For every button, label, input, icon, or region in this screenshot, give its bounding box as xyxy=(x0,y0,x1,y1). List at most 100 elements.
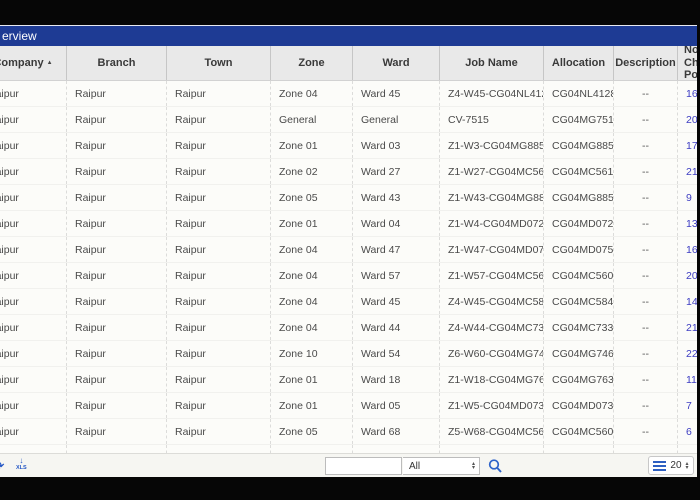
data-table: Company▲BranchTownZoneWardJob NameAlloca… xyxy=(0,46,700,477)
cell-company: Raipur xyxy=(0,211,67,236)
cell-company: Raipur xyxy=(0,237,67,262)
cell-description: -- xyxy=(614,263,678,288)
cell-branch: Raipur xyxy=(67,367,167,392)
hamburger-icon xyxy=(653,461,666,471)
cell-branch: Raipur xyxy=(67,107,167,132)
top-black-band xyxy=(0,0,700,25)
cell-description: -- xyxy=(614,211,678,236)
cell-town: Raipur xyxy=(167,419,271,444)
cell-branch: Raipur xyxy=(67,263,167,288)
table-row: RaipurRaipurRaipurZone 01Ward 18Z1-W18-C… xyxy=(0,367,700,393)
cell-company: Raipur xyxy=(0,367,67,392)
cell-description: -- xyxy=(614,133,678,158)
cell-job_name: Z1-W3-CG04MG8852 xyxy=(440,133,544,158)
cell-job_name: Z1-W47-CG04MD0757 xyxy=(440,237,544,262)
cell-ward: Ward 03 xyxy=(353,133,440,158)
cell-town: Raipur xyxy=(167,289,271,314)
table-row: RaipurRaipurRaipurZone 05Ward 68Z5-W68-C… xyxy=(0,419,700,445)
cell-job_name: Z4-W44-CG04MC7336 xyxy=(440,315,544,340)
export-xls-label: XLS xyxy=(16,465,27,472)
cell-description: -- xyxy=(614,185,678,210)
cell-town: Raipur xyxy=(167,159,271,184)
page-size-control[interactable]: 20 ▴▾ xyxy=(648,456,694,475)
cell-allocation: CG04MC5612 xyxy=(544,159,614,184)
export-xls-button[interactable]: ↓ XLS xyxy=(16,457,27,472)
table-row: RaipurRaipurRaipurZone 10Ward 54Z6-W60-C… xyxy=(0,341,700,367)
cell-description: -- xyxy=(614,107,678,132)
table-body: RaipurRaipurRaipurZone 04Ward 45Z4-W45-C… xyxy=(0,81,700,471)
cell-job_name: Z1-W4-CG04MD0728 xyxy=(440,211,544,236)
cell-company: Raipur xyxy=(0,263,67,288)
cell-zone: General xyxy=(271,107,353,132)
column-header-zone[interactable]: Zone xyxy=(271,46,353,80)
table-row: RaipurRaipurRaipurZone 05Ward 43Z1-W43-C… xyxy=(0,185,700,211)
cell-ward: Ward 45 xyxy=(353,289,440,314)
cell-ward: Ward 43 xyxy=(353,185,440,210)
cell-zone: Zone 04 xyxy=(271,315,353,340)
cell-company: Raipur xyxy=(0,419,67,444)
select-spinner-icon: ▴▾ xyxy=(472,462,475,470)
cell-company: Raipur xyxy=(0,289,67,314)
cell-zone: Zone 01 xyxy=(271,211,353,236)
download-arrow-icon: ↓ xyxy=(19,457,23,465)
cell-ward: Ward 54 xyxy=(353,341,440,366)
search-input[interactable] xyxy=(325,457,402,475)
column-header-description[interactable]: Description xyxy=(614,46,678,80)
cell-zone: Zone 04 xyxy=(271,237,353,262)
cell-job_name: Z4-W45-CG04NL4128 xyxy=(440,81,544,106)
cell-allocation: CG04MG7515 xyxy=(544,107,614,132)
cell-town: Raipur xyxy=(167,315,271,340)
filter-selected-value: All xyxy=(409,461,420,472)
cell-ward: Ward 27 xyxy=(353,159,440,184)
cell-branch: Raipur xyxy=(67,237,167,262)
cell-branch: Raipur xyxy=(67,341,167,366)
cell-job_name: Z6-W60-CG04MG7466 xyxy=(440,341,544,366)
cell-branch: Raipur xyxy=(67,133,167,158)
cell-town: Raipur xyxy=(167,81,271,106)
table-row: RaipurRaipurRaipurZone 04Ward 47Z1-W47-C… xyxy=(0,237,700,263)
cell-ward: Ward 47 xyxy=(353,237,440,262)
refresh-icon[interactable]: ⟳ xyxy=(0,457,5,475)
column-header-branch[interactable]: Branch xyxy=(67,46,167,80)
cell-job_name: CV-7515 xyxy=(440,107,544,132)
cell-branch: Raipur xyxy=(67,393,167,418)
cell-zone: Zone 01 xyxy=(271,393,353,418)
app-window: erview Company▲BranchTownZoneWardJob Nam… xyxy=(0,0,700,500)
cell-description: -- xyxy=(614,237,678,262)
column-header-company[interactable]: Company▲ xyxy=(0,46,67,80)
cell-company: Raipur xyxy=(0,341,67,366)
cell-allocation: CG04MC5843 xyxy=(544,289,614,314)
cell-zone: Zone 10 xyxy=(271,341,353,366)
cell-allocation: CG04MG7466 xyxy=(544,341,614,366)
table-row: RaipurRaipurRaipurGeneralGeneralCV-7515C… xyxy=(0,107,700,133)
table-row: RaipurRaipurRaipurZone 04Ward 45Z4-W45-C… xyxy=(0,289,700,315)
bottom-black-band xyxy=(0,477,700,500)
cell-description: -- xyxy=(614,393,678,418)
table-row: RaipurRaipurRaipurZone 01Ward 05Z1-W5-CG… xyxy=(0,393,700,419)
cell-job_name: Z1-W43-CG04MG8859 xyxy=(440,185,544,210)
table-row: RaipurRaipurRaipurZone 04Ward 57Z1-W57-C… xyxy=(0,263,700,289)
cell-ward: Ward 68 xyxy=(353,419,440,444)
cell-description: -- xyxy=(614,341,678,366)
cell-allocation: CG04MG8859 xyxy=(544,185,614,210)
column-header-allocation[interactable]: Allocation xyxy=(544,46,614,80)
cell-town: Raipur xyxy=(167,211,271,236)
cell-town: Raipur xyxy=(167,237,271,262)
cell-ward: Ward 44 xyxy=(353,315,440,340)
column-header-ward[interactable]: Ward xyxy=(353,46,440,80)
cell-allocation: CG04MG8852 xyxy=(544,133,614,158)
cell-town: Raipur xyxy=(167,263,271,288)
column-header-job_name[interactable]: Job Name xyxy=(440,46,544,80)
cell-branch: Raipur xyxy=(67,289,167,314)
cell-company: Raipur xyxy=(0,159,67,184)
table-row: RaipurRaipurRaipurZone 04Ward 44Z4-W44-C… xyxy=(0,315,700,341)
cell-job_name: Z1-W18-CG04MG7635 xyxy=(440,367,544,392)
filter-column-select[interactable]: All ▴▾ xyxy=(403,457,480,475)
search-icon[interactable] xyxy=(488,458,503,474)
cell-branch: Raipur xyxy=(67,185,167,210)
cell-allocation: CG04MG7635 xyxy=(544,367,614,392)
cell-company: Raipur xyxy=(0,185,67,210)
cell-description: -- xyxy=(614,315,678,340)
column-header-town[interactable]: Town xyxy=(167,46,271,80)
table-header-row: Company▲BranchTownZoneWardJob NameAlloca… xyxy=(0,46,700,81)
